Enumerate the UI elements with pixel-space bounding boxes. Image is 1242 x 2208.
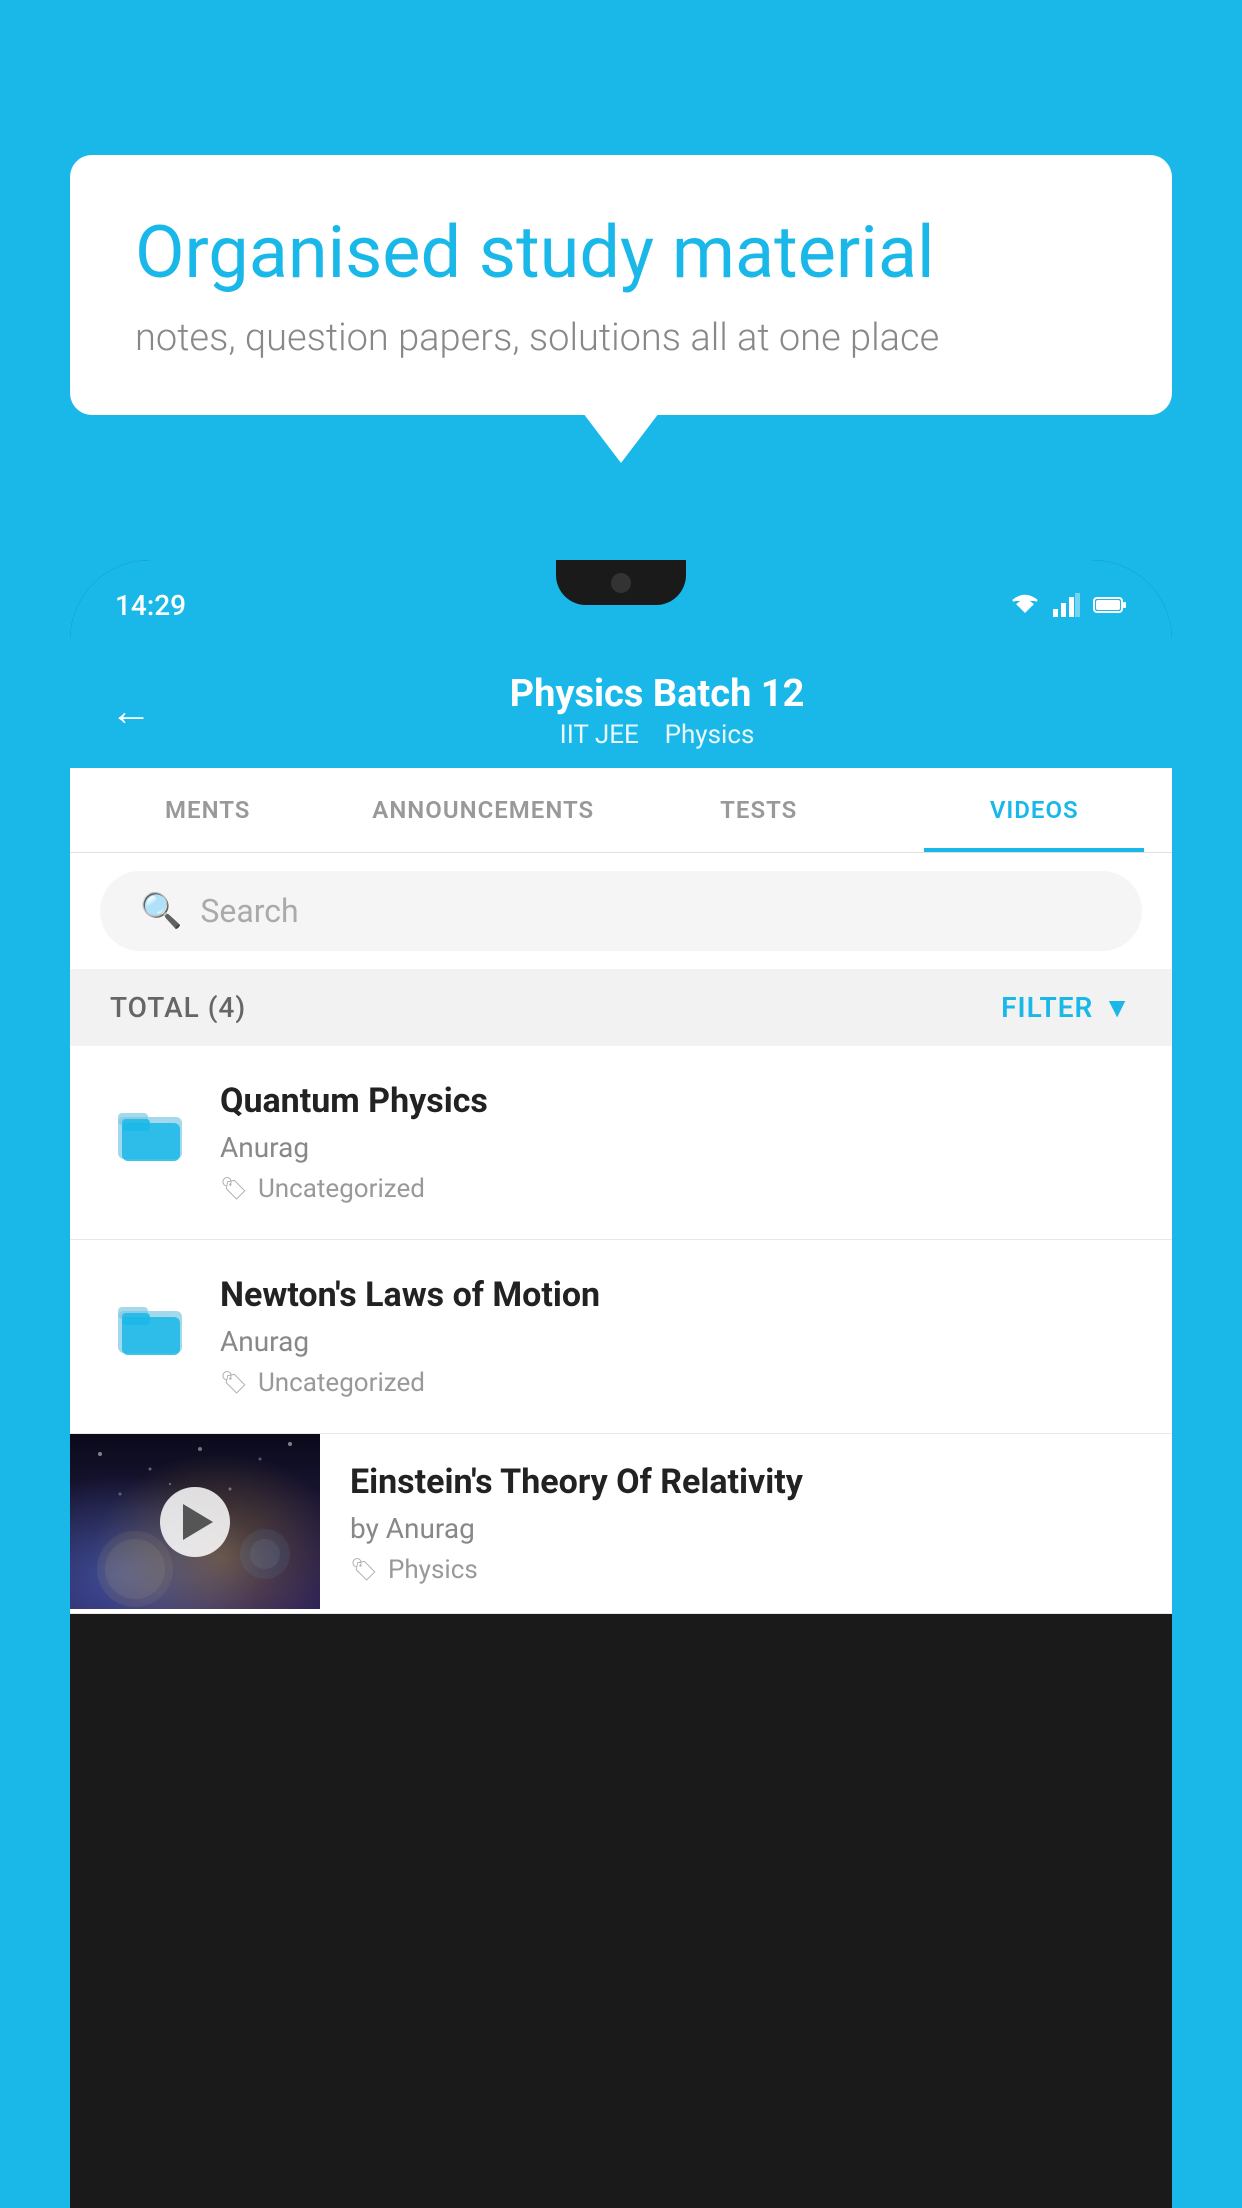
play-button[interactable] xyxy=(160,1487,230,1557)
item-info: Quantum Physics Anurag 🏷 Uncategorized xyxy=(220,1081,1132,1204)
bubble-title: Organised study material xyxy=(135,210,1107,296)
video-item-tag: 🏷 Physics xyxy=(350,1555,1142,1585)
video-item-author: by Anurag xyxy=(350,1512,1142,1545)
tab-ments[interactable]: MENTS xyxy=(70,768,346,852)
battery-icon xyxy=(1093,595,1127,615)
tag-icon: 🏷 xyxy=(220,1177,248,1202)
filter-button[interactable]: FILTER ▼ xyxy=(1001,991,1132,1024)
back-button[interactable]: ← xyxy=(110,687,152,736)
item-icon xyxy=(110,1086,190,1176)
total-count: TOTAL (4) xyxy=(110,991,246,1024)
list-item[interactable]: Newton's Laws of Motion Anurag 🏷 Uncateg… xyxy=(70,1240,1172,1434)
list-item-video[interactable]: Einstein's Theory Of Relativity by Anura… xyxy=(70,1434,1172,1614)
header-title: Physics Batch 12 xyxy=(182,672,1132,716)
folder-icon xyxy=(114,1095,186,1167)
folder-icon xyxy=(114,1289,186,1361)
wifi-icon xyxy=(1009,593,1041,617)
video-thumbnail xyxy=(70,1434,320,1609)
list-item[interactable]: Quantum Physics Anurag 🏷 Uncategorized xyxy=(70,1046,1172,1240)
item-icon xyxy=(110,1280,190,1370)
content-list: Quantum Physics Anurag 🏷 Uncategorized xyxy=(70,1046,1172,1614)
status-icons xyxy=(1009,593,1127,617)
tag-icon: 🏷 xyxy=(350,1558,378,1583)
video-item-title: Einstein's Theory Of Relativity xyxy=(350,1462,1142,1502)
search-icon: 🔍 xyxy=(140,891,182,931)
status-time: 14:29 xyxy=(115,589,186,622)
tabs: MENTS ANNOUNCEMENTS TESTS VIDEOS xyxy=(70,768,1172,853)
phone-notch xyxy=(556,560,686,605)
video-item-info: Einstein's Theory Of Relativity by Anura… xyxy=(320,1434,1172,1613)
item-author: Anurag xyxy=(220,1325,1132,1358)
signal-icon xyxy=(1053,593,1081,617)
app-header: ← Physics Batch 12 IIT JEE Physics xyxy=(70,650,1172,768)
filter-icon: ▼ xyxy=(1103,991,1132,1024)
header-subtitle: IIT JEE Physics xyxy=(182,720,1132,750)
camera-dot xyxy=(611,573,631,593)
tag-icon: 🏷 xyxy=(220,1371,248,1396)
header-subtitle-iitjee: IIT JEE xyxy=(560,720,639,750)
search-bar: 🔍 Search xyxy=(70,853,1172,969)
tab-tests[interactable]: TESTS xyxy=(621,768,897,852)
play-triangle xyxy=(183,1504,213,1540)
speech-bubble: Organised study material notes, question… xyxy=(70,155,1172,415)
search-placeholder: Search xyxy=(200,892,298,930)
phone: 14:29 xyxy=(70,560,1172,2208)
item-title: Quantum Physics xyxy=(220,1081,1132,1121)
tab-announcements[interactable]: ANNOUNCEMENTS xyxy=(346,768,622,852)
item-info: Newton's Laws of Motion Anurag 🏷 Uncateg… xyxy=(220,1275,1132,1398)
tag-label: Uncategorized xyxy=(258,1368,425,1398)
item-author: Anurag xyxy=(220,1131,1132,1164)
bubble-subtitle: notes, question papers, solutions all at… xyxy=(135,316,1107,360)
filter-label: FILTER xyxy=(1001,991,1093,1024)
status-bar: 14:29 xyxy=(70,560,1172,650)
filter-bar: TOTAL (4) FILTER ▼ xyxy=(70,969,1172,1046)
header-title-area: Physics Batch 12 IIT JEE Physics xyxy=(182,672,1132,750)
header-subtitle-physics: Physics xyxy=(665,720,755,750)
tag-label: Uncategorized xyxy=(258,1174,425,1204)
item-title: Newton's Laws of Motion xyxy=(220,1275,1132,1315)
item-tag: 🏷 Uncategorized xyxy=(220,1368,1132,1398)
tag-label: Physics xyxy=(388,1555,478,1585)
tab-videos[interactable]: VIDEOS xyxy=(897,768,1173,852)
item-tag: 🏷 Uncategorized xyxy=(220,1174,1132,1204)
search-input-container[interactable]: 🔍 Search xyxy=(100,871,1142,951)
